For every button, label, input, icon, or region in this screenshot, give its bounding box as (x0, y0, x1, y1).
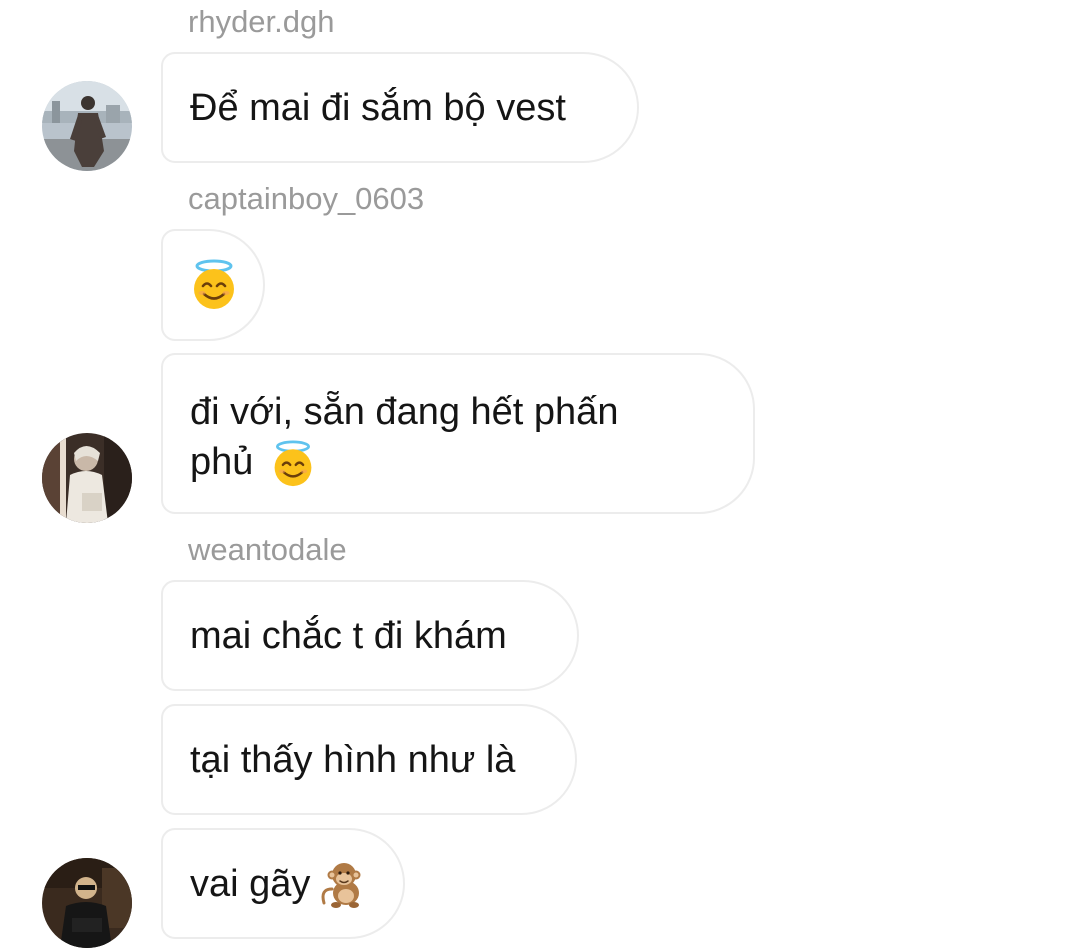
message-text: mai chắc t đi khám (190, 614, 507, 657)
message-text: tại thấy hình như là (190, 738, 516, 781)
avatar[interactable] (42, 433, 132, 523)
message-text-fragment: phủ (190, 441, 254, 483)
message-bubble[interactable]: vai gãy (161, 828, 405, 939)
message-bubble[interactable]: mai chắc t đi khám (161, 580, 579, 691)
message-text: vai gãy (190, 862, 311, 905)
sender-username[interactable]: weantodale (188, 534, 347, 565)
message-text-line: đi với, sẵn đang hết phấn (190, 391, 619, 433)
sender-username[interactable]: rhyder.dgh (188, 6, 335, 37)
message-bubble[interactable] (161, 229, 265, 341)
message-bubble[interactable]: Để mai đi sắm bộ vest (161, 52, 639, 163)
sender-username[interactable]: captainboy_0603 (188, 183, 424, 214)
smiling-face-with-halo-icon (189, 259, 239, 311)
monkey-icon (318, 859, 366, 909)
message-bubble[interactable]: tại thấy hình như là (161, 704, 577, 815)
avatar[interactable] (42, 81, 132, 171)
message-text: đi với, sẵn đang hết phấn phủ (190, 387, 618, 488)
message-text: Để mai đi sắm bộ vest (190, 86, 566, 129)
message-text-line: phủ (190, 437, 618, 488)
avatar[interactable] (42, 858, 132, 948)
smiling-face-with-halo-icon (270, 440, 316, 488)
message-bubble[interactable]: đi với, sẵn đang hết phấn phủ (161, 353, 755, 514)
